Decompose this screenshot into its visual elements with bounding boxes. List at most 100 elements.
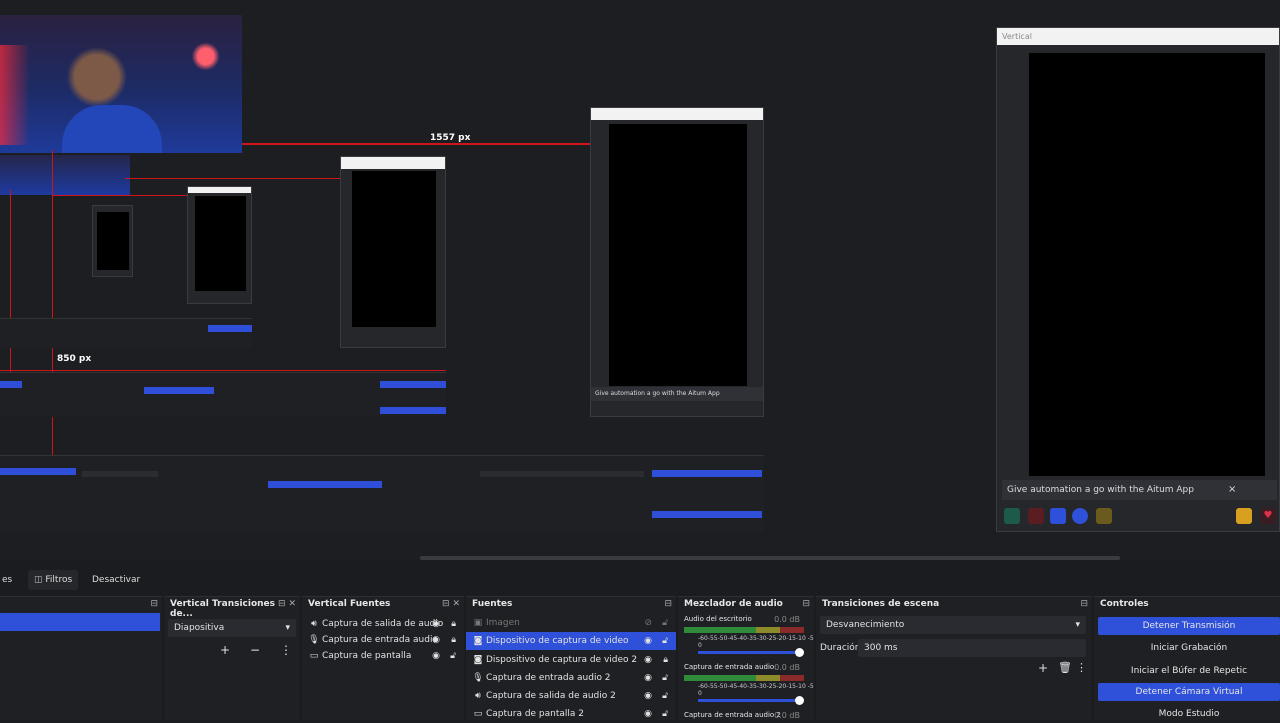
source-item[interactable]: 🔊︎ Captura de salida de audio 2 ◉ 🔓︎ — [466, 687, 676, 705]
audio-mixer-dock: Mezclador de audio ⊟ Audio del escritori… — [678, 596, 814, 720]
preview-canvas[interactable]: 1557 px 850 px Give automation a go with… — [0, 0, 1280, 560]
source-item[interactable]: 🎙︎ Captura de entrada audio 2 ◉ 🔓︎ — [466, 669, 676, 687]
mixer-channel-db: 0.0 dB — [774, 663, 800, 672]
more-icon[interactable]: ⋮ — [280, 643, 292, 657]
remove-transition-button[interactable]: − — [250, 643, 260, 657]
stop-streaming-button[interactable]: Detener Transmisión — [1098, 617, 1280, 635]
camera-icon: ◙ — [473, 655, 483, 665]
lock-icon[interactable]: 🔒︎ — [663, 651, 668, 669]
record-icon[interactable] — [1028, 508, 1044, 524]
vertical-toolbar: ♥ — [1002, 505, 1277, 527]
mixer-channel-name: Audio del escritorio — [684, 615, 752, 623]
eye-icon[interactable]: ◉ — [644, 651, 652, 669]
more-icon[interactable]: ⋮ — [1076, 661, 1087, 674]
webcam-feed — [0, 15, 242, 153]
aitum-notice-text: Give automation a go with the Aitum App — [1007, 485, 1194, 495]
vertical-window-tiny — [187, 186, 252, 304]
dock-controls-icon[interactable]: ⊟ ✕ — [278, 599, 296, 609]
nested-webcam — [0, 155, 130, 195]
eye-icon[interactable]: ◉ — [644, 632, 652, 650]
sources-dock: Fuentes ⊟ ▣ Imagen ⊘ 🔓︎ ◙ Dispositivo de… — [466, 596, 676, 720]
start-recording-button[interactable]: Iniciar Grabación — [1098, 639, 1280, 657]
source-item[interactable]: ▭ Captura de pantalla ◉ 🔓︎ — [302, 647, 464, 665]
vertical-transition-select[interactable]: Diapositiva ▾ — [168, 619, 296, 637]
monitor-icon: ▭ — [309, 651, 319, 661]
volume-slider[interactable] — [698, 648, 804, 657]
source-toolbar: es ◫ Filtros Desactivar — [0, 566, 1280, 594]
transition-select[interactable]: Desvanecimiento ▾ — [820, 616, 1086, 634]
filters-label: Filtros — [45, 575, 73, 585]
filters-button[interactable]: ◫ Filtros — [28, 570, 79, 590]
dock-title: Mezclador de audio — [684, 599, 783, 609]
source-item-selected[interactable]: ◙ Dispositivo de captura de video ◉ 🔓︎ — [466, 632, 676, 650]
add-icon[interactable]: + — [1038, 661, 1048, 675]
guide-line-horizontal-4 — [0, 370, 446, 371]
controls-dock: Controles Detener Transmisión Iniciar Gr… — [1094, 596, 1280, 720]
source-item[interactable]: ▣ Imagen ⊘ 🔓︎ — [466, 614, 676, 632]
lock-icon[interactable]: 🔓︎ — [662, 614, 668, 632]
preview-scrollbar[interactable] — [420, 556, 1120, 560]
close-icon[interactable]: × — [1228, 480, 1236, 500]
source-item[interactable]: ◙ Dispositivo de captura de video 2 ◉ 🔒︎ — [466, 651, 676, 669]
checkbox-icon[interactable] — [1050, 508, 1066, 524]
properties-button[interactable]: es — [0, 570, 18, 590]
mixer-channel-db: 0.0 dB — [774, 615, 800, 624]
gear-icon[interactable] — [1236, 508, 1252, 524]
volume-meter — [684, 627, 804, 633]
webcam-person — [62, 105, 162, 153]
nested-panels-3 — [0, 318, 252, 348]
heart-icon[interactable]: ♥ — [1260, 508, 1276, 524]
scenes-dock: ⊟ — [0, 596, 162, 720]
stop-virtual-camera-button[interactable]: Detener Cámara Virtual — [1098, 683, 1280, 701]
eye-icon[interactable]: ◉ — [644, 705, 652, 723]
eye-icon[interactable]: ◉ — [644, 669, 652, 687]
mixer-channel-db: 0.0 dB — [774, 711, 800, 720]
dock-float-icon[interactable]: ⊟ — [1080, 599, 1088, 609]
dock-title: Controles — [1100, 599, 1149, 609]
dock-title: Vertical Fuentes — [308, 599, 391, 609]
vertical-window[interactable]: Vertical Give automation a go with the A… — [996, 27, 1280, 532]
deactivate-button[interactable]: Desactivar — [86, 570, 146, 590]
lock-icon[interactable]: 🔓︎ — [662, 705, 668, 723]
add-transition-button[interactable]: + — [220, 643, 230, 657]
image-icon: ▣ — [473, 618, 483, 628]
meter-scale: -60-55-50-45-40-35-30-25-20-15-10 -5 0 — [698, 683, 814, 697]
vertical-transitions-dock: Vertical Transiciones de... ⊟ ✕ Diaposit… — [164, 596, 300, 720]
studio-mode-button[interactable]: Modo Estudio — [1098, 705, 1280, 723]
source-item[interactable]: ▭ Captura de pantalla 2 ◉ 🔓︎ — [466, 705, 676, 723]
mic-icon: 🎙︎ — [472, 673, 484, 683]
vertical-window-title: Vertical — [997, 28, 1279, 45]
dock-controls-icon[interactable]: ⊟ ✕ — [442, 599, 460, 609]
camera-icon: ◙ — [473, 636, 483, 646]
vertical-sources-dock: Vertical Fuentes ⊟ ✕ 🔊︎ Captura de salid… — [302, 596, 464, 720]
nested-panels-1 — [0, 455, 764, 532]
lock-icon[interactable]: 🔓︎ — [450, 647, 456, 665]
filter-icon: ◫ — [34, 575, 43, 585]
monitor-icon: ▭ — [473, 709, 483, 719]
stream-icon[interactable] — [1004, 508, 1020, 524]
meter-scale: -60-55-50-45-40-35-30-25-20-15-10 -5 0 — [698, 635, 814, 649]
refresh-icon[interactable] — [1072, 508, 1088, 524]
lock-icon[interactable]: 🔓︎ — [662, 632, 668, 650]
volume-meter — [684, 675, 804, 681]
vertical-canvas[interactable] — [1029, 53, 1265, 476]
replay-buffer-button[interactable]: Iniciar el Búfer de Repetic — [1098, 662, 1280, 680]
dock-float-icon[interactable]: ⊟ — [664, 599, 672, 609]
lock-icon[interactable]: 🔓︎ — [662, 669, 668, 687]
aitum-notice: Give automation a go with the Aitum App … — [1002, 480, 1277, 500]
height-measure-label: 850 px — [57, 354, 92, 364]
lock-icon[interactable]: 🔓︎ — [662, 687, 668, 705]
dock-float-icon[interactable]: ⊟ — [150, 599, 158, 609]
eye-icon[interactable]: ◉ — [432, 647, 440, 665]
scene-transitions-dock: Transiciones de escena ⊟ Desvanecimiento… — [816, 596, 1092, 720]
scene-item-selected[interactable] — [0, 613, 160, 631]
eye-off-icon[interactable]: ⊘ — [644, 614, 652, 632]
virtual-cam-icon[interactable] — [1096, 508, 1112, 524]
trash-icon[interactable]: 🗑︎ — [1058, 661, 1072, 674]
mixer-channel-name: Captura de entrada audio 2 — [684, 711, 781, 719]
dock-float-icon[interactable]: ⊟ — [802, 599, 810, 609]
eye-icon[interactable]: ◉ — [644, 687, 652, 705]
chevron-down-icon: ▾ — [285, 623, 290, 633]
duration-input[interactable]: 300 ms — [858, 639, 1086, 657]
volume-slider[interactable] — [698, 696, 804, 705]
